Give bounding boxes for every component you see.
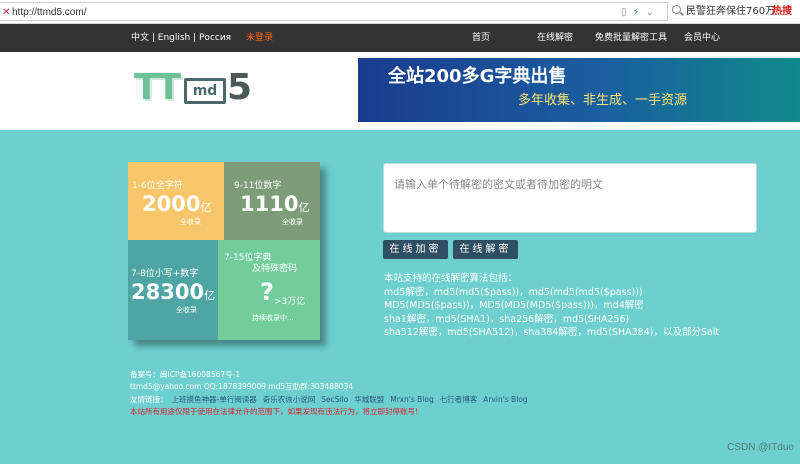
tile-count: 1110亿	[240, 192, 310, 216]
url-text[interactable]: http://ttmd5.com/	[12, 6, 86, 19]
nav-home[interactable]: 首页	[472, 32, 490, 44]
algos-line: md5解密，md5(md5($pass))，md5(md5(md5($pass)…	[384, 286, 643, 298]
nav-member-center[interactable]: 会员中心	[684, 32, 720, 44]
site-header: TT md 5 全站200多G字典出售 多年收集、非生成、一手资源	[0, 52, 800, 130]
cipher-text-input[interactable]	[383, 163, 757, 233]
tile-sub: 持续收录中...	[252, 314, 294, 322]
csdn-watermark: CSDN @ITduo	[727, 442, 794, 453]
friend-link[interactable]: 七行者博客	[440, 395, 478, 404]
tile-sub: 全收录	[282, 218, 303, 226]
tile-six-chars: 1-6位全字符 2000亿 全收录	[128, 162, 224, 240]
friend-links-label: 友情链接：	[130, 395, 168, 404]
tile-count: 2000亿	[142, 192, 212, 216]
icp-record[interactable]: 备案号：闽ICP备16008567号-1	[130, 370, 240, 380]
address-bar[interactable]: ✕ http://ttmd5.com/ ▯⚡⌄	[0, 2, 668, 21]
friend-links: 友情链接： 上班摸鱼神器-单行阅读器 奇乐农诙小说网 SecSilo 华城联盟 Mrxn'…	[130, 395, 528, 405]
tile-label: 7-8位小写+数字	[131, 269, 199, 279]
address-bar-icons: ▯⚡⌄	[621, 6, 660, 19]
not-secure-icon[interactable]: ✕	[2, 7, 10, 18]
bolt-icon[interactable]: ⚡	[633, 7, 646, 18]
legal-warning: 本站所有用途仅限于使用在法律允许的范围下，如果发现有违法行为，将立即封停账号!	[130, 407, 419, 416]
tile-count: 28300亿	[131, 280, 216, 304]
friend-link[interactable]: Arvin's Blog	[483, 395, 527, 404]
encrypt-button[interactable]: 在线加密	[383, 240, 448, 259]
site-top-nav: 中文 | English | Россия 未登录 首页 在线解密 免费批量解密…	[0, 24, 800, 52]
friend-link[interactable]: 华城联盟	[354, 395, 384, 404]
algos-line: sha512解密，md5(SHA512)，sha384解密，md5(SHA384…	[384, 327, 720, 338]
nav-online-decrypt[interactable]: 在线解密	[537, 32, 573, 44]
friend-link[interactable]: Mrxn's Blog	[390, 395, 433, 404]
friend-link[interactable]: 奇乐农诙小说网	[263, 395, 316, 404]
tile-sub: 全收录	[180, 218, 201, 226]
tile-label: 1-6位全字符	[132, 181, 183, 191]
algos-line: sha1解密，md5(SHA1)，sha256解密，md5(SHA256)	[384, 313, 630, 325]
banner-title: 全站200多G字典出售	[388, 66, 567, 87]
stats-tiles: 1-6位全字符 2000亿 全收录 9-11位数字 1110亿 全收录 7-8位…	[128, 162, 320, 340]
tile-label: 9-11位数字	[234, 181, 282, 191]
friend-link[interactable]: SecSilo	[321, 395, 348, 404]
tile-sub: 全收录	[176, 306, 197, 314]
login-status-link[interactable]: 未登录	[246, 32, 273, 44]
tile-question-mark: ?	[260, 278, 274, 306]
algos-heading: 本站支持的在线解密算法包括：	[384, 273, 518, 284]
search-icon	[672, 5, 681, 14]
logo-tt: TT	[134, 67, 181, 108]
contact-info: ttmd5@yahoo.com QQ:1878399009 md5互助群:303…	[130, 382, 354, 391]
language-switcher[interactable]: 中文 | English | Россия	[131, 32, 231, 44]
nav-batch-tool[interactable]: 免费批量解密工具	[595, 32, 667, 44]
tile-label-2: 及特殊密码	[252, 264, 298, 274]
tile-dictionary: 7-15位字典 及特殊密码 ? >3万亿 持续收录中...	[218, 240, 320, 340]
friend-link[interactable]: 上班摸鱼神器-单行阅读器	[172, 395, 257, 404]
tile-digits: 9-11位数字 1110亿 全收录	[224, 162, 320, 240]
decrypt-button[interactable]: 在线解密	[453, 240, 518, 259]
browser-search-box[interactable]: 民警狂奔保住760万 热搜	[668, 2, 800, 21]
reader-icon[interactable]: ▯	[621, 7, 633, 18]
logo-five: 5	[227, 67, 253, 108]
site-logo[interactable]: TT md 5	[134, 68, 252, 108]
supported-algorithms: 本站支持的在线解密算法包括： md5解密，md5(md5($pass))，md5…	[384, 272, 794, 340]
search-suggestion[interactable]: 民警狂奔保住760万	[686, 5, 775, 18]
browser-toolbar: ✕ http://ttmd5.com/ ▯⚡⌄ 民警狂奔保住760万 热搜	[0, 0, 800, 24]
algos-line: MD5(MD5($pass))，MD5(MD5(MD5($pass)))，md4…	[384, 300, 644, 311]
chevron-down-icon[interactable]: ⌄	[646, 7, 660, 18]
tile-count-text: >3万亿	[274, 297, 306, 307]
banner-subtitle: 多年收集、非生成、一手资源	[518, 93, 688, 108]
tile-lower-digits: 7-8位小写+数字 28300亿 全收录	[128, 240, 218, 340]
dictionary-sale-banner[interactable]: 全站200多G字典出售 多年收集、非生成、一手资源	[358, 58, 800, 122]
hot-search-badge[interactable]: 热搜	[772, 5, 792, 18]
logo-md: md	[184, 78, 226, 104]
